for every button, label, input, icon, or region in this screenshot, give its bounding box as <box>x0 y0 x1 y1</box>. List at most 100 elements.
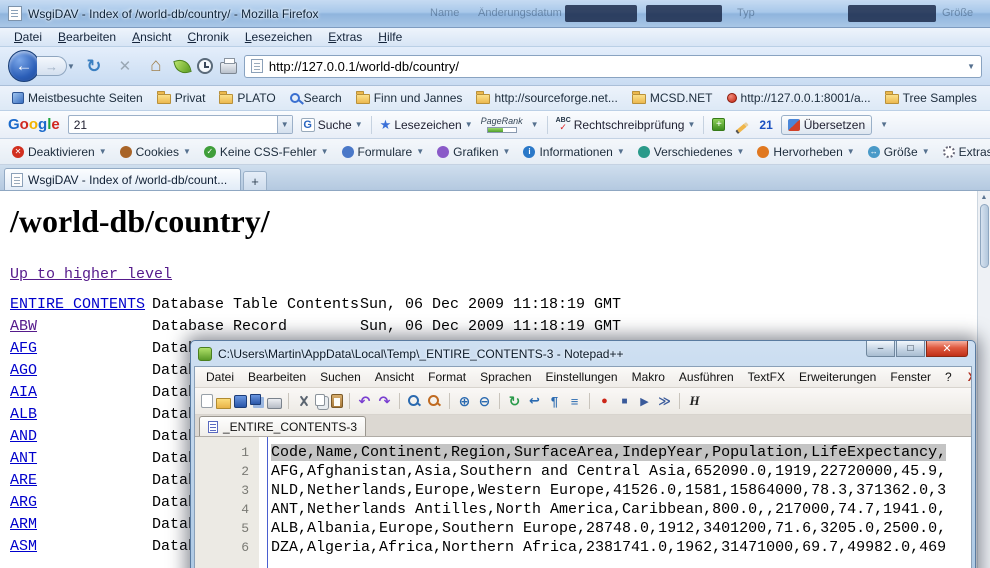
webdev-formulare[interactable]: Formulare▼ <box>336 145 431 159</box>
synchronize-icon[interactable]: ↻ <box>506 393 523 409</box>
entry-link-abw[interactable]: ABW <box>10 316 152 338</box>
print-icon[interactable] <box>267 398 282 409</box>
npp-menu-einstellungen[interactable]: Einstellungen <box>539 370 625 384</box>
save-file-icon[interactable] <box>234 395 247 408</box>
url-dropdown-caret-icon[interactable]: ▼ <box>967 62 975 71</box>
menu-ansicht[interactable]: Ansicht <box>124 30 179 44</box>
word-wrap-icon[interactable]: ↩ <box>526 393 543 409</box>
refresh-button[interactable]: ↻ <box>82 53 106 79</box>
npp-menu-ansicht[interactable]: Ansicht <box>368 370 421 384</box>
webdev-cookies[interactable]: Cookies▼ <box>114 145 197 159</box>
notepad-titlebar[interactable]: C:\Users\Martin\AppData\Local\Temp\_ENTI… <box>194 341 972 366</box>
webdev-gr-e[interactable]: ↔Größe▼ <box>862 145 936 159</box>
bookmark-http-127-0-0-1-8001-a[interactable]: http://127.0.0.1:8001/a... <box>721 91 877 105</box>
webdev-informationen[interactable]: iInformationen▼ <box>517 145 630 159</box>
npp-menu-help[interactable]: ? <box>938 370 959 384</box>
bookmark-plato[interactable]: PLATO <box>213 91 281 105</box>
google-search-dropdown[interactable]: ▼ <box>277 116 292 133</box>
webdev-extras[interactable]: Extras▼ <box>937 145 990 159</box>
pagerank-indicator[interactable]: PageRank <box>481 116 523 133</box>
entry-link-ant[interactable]: ANT <box>10 448 152 470</box>
addon-leaf-icon[interactable] <box>173 57 191 75</box>
google-search-button[interactable]: G Suche ▼ <box>301 118 363 132</box>
run-macro-multiple-icon[interactable]: ≫ <box>656 393 673 409</box>
history-dropdown-caret-icon[interactable]: ▼ <box>67 62 75 71</box>
scroll-up-icon[interactable]: ▲ <box>981 191 988 204</box>
webdev-deaktivieren[interactable]: ✕Deaktivieren▼ <box>6 145 113 159</box>
entry-link-and[interactable]: AND <box>10 426 152 448</box>
npp-menu-suchen[interactable]: Suchen <box>313 370 368 384</box>
find-icon[interactable] <box>406 393 423 409</box>
dropdown-caret-icon[interactable]: ▼ <box>465 120 473 129</box>
find-replace-icon[interactable] <box>426 393 443 409</box>
spellcheck-button[interactable]: ABC✓ Rechtschreibprüfung ▼ <box>556 117 696 132</box>
npp-menu-datei[interactable]: Datei <box>199 370 241 384</box>
entry-link-afg[interactable]: AFG <box>10 338 152 360</box>
google-search-box[interactable]: 21 ▼ <box>68 115 293 134</box>
entry-link-arm[interactable]: ARM <box>10 514 152 536</box>
redo-icon[interactable]: ↷ <box>376 393 393 409</box>
firefox-titlebar[interactable]: WsgiDAV - Index of /world-db/country/ - … <box>0 0 990 28</box>
copy-icon[interactable] <box>315 394 325 406</box>
zoom-out-icon[interactable]: ⊖ <box>476 393 493 409</box>
entry-link-ago[interactable]: AGO <box>10 360 152 382</box>
bookmark-http-sourceforge-net[interactable]: http://sourceforge.net... <box>470 91 623 105</box>
bookmark-mcsd-net[interactable]: MCSD.NET <box>626 91 719 105</box>
sidewiki-icon[interactable]: + <box>712 118 725 131</box>
npp-menu-ausf-hren[interactable]: Ausführen <box>672 370 741 384</box>
maximize-button[interactable]: □ <box>896 341 925 357</box>
npp-menu-erweiterungen[interactable]: Erweiterungen <box>792 370 883 384</box>
url-bar[interactable]: http://127.0.0.1/world-db/country/ ▼ <box>244 55 982 78</box>
zoom-in-icon[interactable]: ⊕ <box>456 393 473 409</box>
bookmark-finn-und-jannes[interactable]: Finn und Jannes <box>350 91 469 105</box>
highlighter-icon[interactable] <box>736 121 749 133</box>
undo-icon[interactable]: ↶ <box>356 393 373 409</box>
entry-link-entire-contents[interactable]: ENTIRE CONTENTS <box>10 294 152 316</box>
entry-link-asm[interactable]: ASM <box>10 536 152 558</box>
new-file-icon[interactable] <box>201 394 213 408</box>
stop-macro-icon[interactable]: ■ <box>616 393 633 409</box>
scrollbar-thumb[interactable] <box>980 204 989 268</box>
translate-button[interactable]: Übersetzen <box>781 115 872 135</box>
stop-button[interactable]: ✕ <box>113 53 137 79</box>
bookmark-privat[interactable]: Privat <box>151 91 212 105</box>
bookmark-meistbesuchte-seiten[interactable]: Meistbesuchte Seiten <box>6 91 149 105</box>
dropdown-caret-icon[interactable]: ▼ <box>355 120 363 129</box>
menu-datei[interactable]: Datei <box>6 30 50 44</box>
npp-menu-sprachen[interactable]: Sprachen <box>473 370 538 384</box>
textfx-html-icon[interactable]: H <box>686 393 703 409</box>
url-text[interactable]: http://127.0.0.1/world-db/country/ <box>269 59 459 74</box>
editor[interactable]: 123456 Code,Name,Continent,Region,Surfac… <box>195 437 971 568</box>
tab-wsgidav[interactable]: WsgiDAV - Index of /world-db/count... <box>4 168 241 190</box>
play-macro-icon[interactable]: ▶ <box>636 393 653 409</box>
back-button[interactable]: ← <box>8 50 40 82</box>
record-macro-icon[interactable]: ● <box>596 393 613 409</box>
entry-link-arg[interactable]: ARG <box>10 492 152 514</box>
dropdown-caret-icon[interactable]: ▼ <box>687 120 695 129</box>
history-clock-icon[interactable] <box>197 58 213 74</box>
page-scrollbar[interactable]: ▲ <box>977 191 990 568</box>
entry-link-aia[interactable]: AIA <box>10 382 152 404</box>
close-button[interactable]: ✕ <box>926 341 968 357</box>
cut-icon[interactable] <box>295 393 312 409</box>
bookmark-search[interactable]: Search <box>284 91 348 105</box>
google-search-value[interactable]: 21 <box>74 118 87 132</box>
up-to-higher-level-link[interactable]: Up to higher level <box>10 266 172 283</box>
npp-menu-textfx[interactable]: TextFX <box>741 370 792 384</box>
menu-hilfe[interactable]: Hilfe <box>370 30 410 44</box>
document-tab[interactable]: _ENTIRE_CONTENTS-3 <box>199 416 366 436</box>
paste-icon[interactable] <box>331 394 343 408</box>
npp-menu-fenster[interactable]: Fenster <box>883 370 938 384</box>
home-button[interactable]: ⌂ <box>144 53 168 79</box>
npp-menu-format[interactable]: Format <box>421 370 473 384</box>
menu-bearbeiten[interactable]: Bearbeiten <box>50 30 124 44</box>
editor-text-area[interactable]: Code,Name,Continent,Region,SurfaceArea,I… <box>259 437 971 568</box>
entry-link-are[interactable]: ARE <box>10 470 152 492</box>
bookmark-tree-samples[interactable]: Tree Samples <box>879 91 983 105</box>
npp-menu-makro[interactable]: Makro <box>625 370 672 384</box>
webdev-grafiken[interactable]: Grafiken▼ <box>431 145 516 159</box>
google-bookmarks-button[interactable]: ★ Lesezeichen ▼ <box>380 117 473 133</box>
minimize-button[interactable]: – <box>866 341 895 357</box>
dropdown-caret-icon[interactable]: ▼ <box>880 120 888 129</box>
webdev-verschiedenes[interactable]: Verschiedenes▼ <box>632 145 751 159</box>
